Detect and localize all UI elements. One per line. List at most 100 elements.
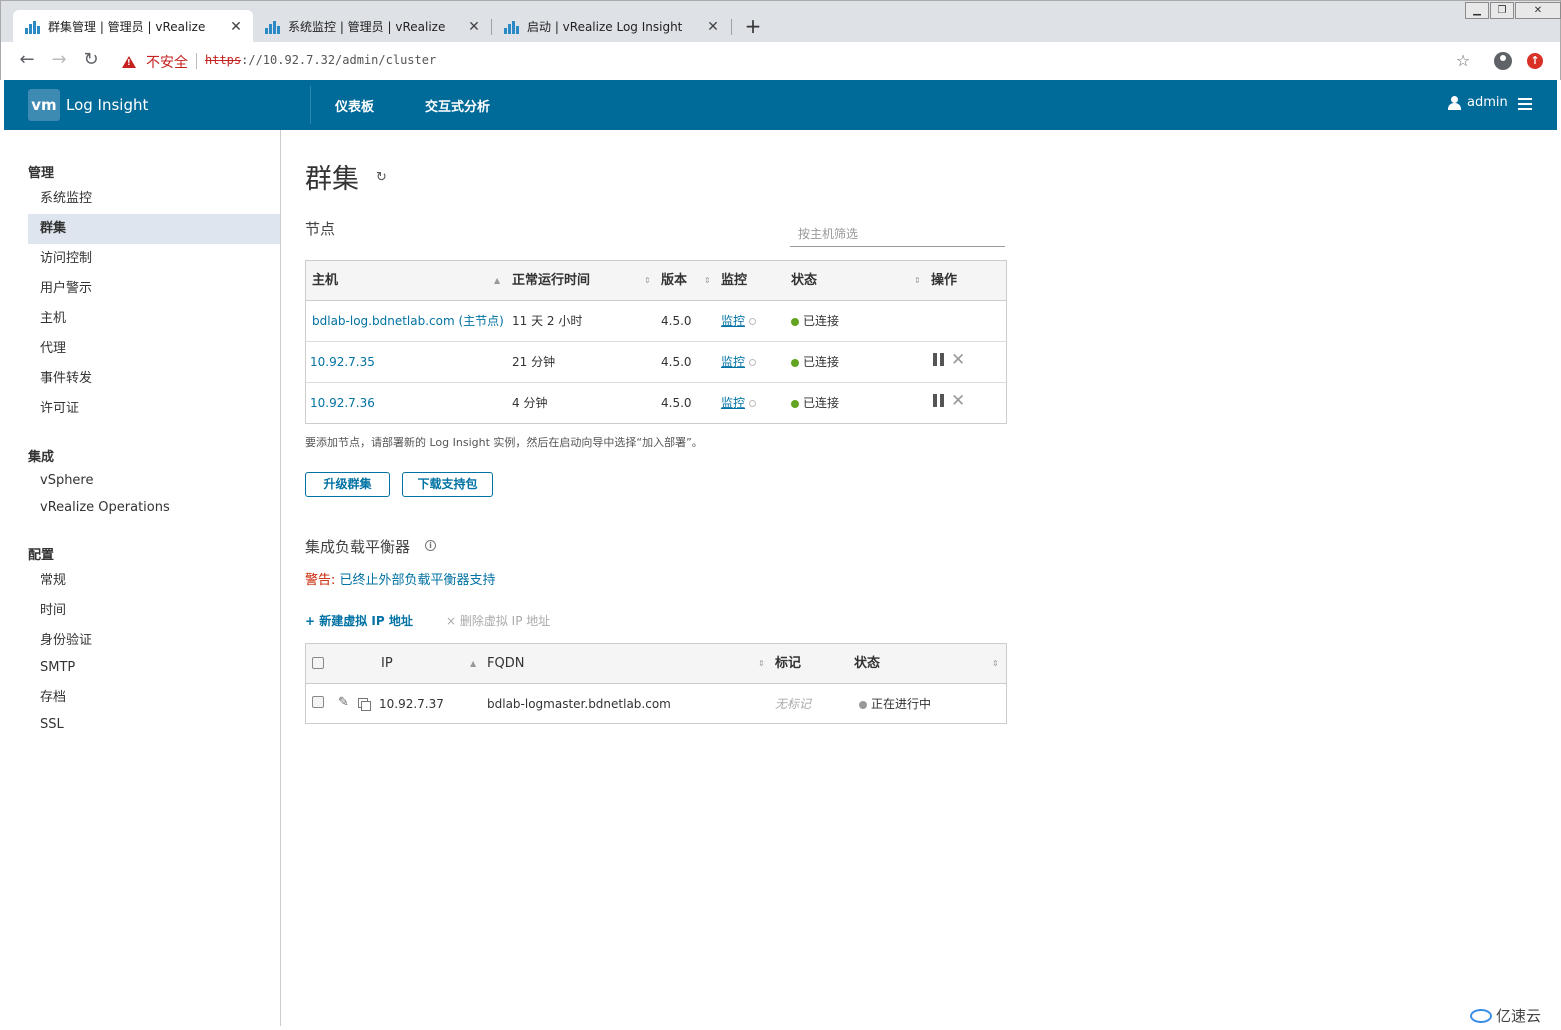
column-header-ip[interactable]: IP (381, 644, 393, 684)
close-tab-icon[interactable]: ✕ (229, 19, 243, 35)
column-header-fqdn[interactable]: FQDN (487, 644, 524, 684)
update-icon[interactable]: ↑ (1527, 53, 1547, 73)
pause-icon[interactable] (933, 353, 944, 366)
vip-status-cell: 正在进行中 (859, 684, 931, 724)
monitor-status-icon (749, 318, 757, 325)
column-header-version[interactable]: 版本 (661, 261, 687, 301)
column-header-host[interactable]: 主机 (312, 261, 338, 301)
vip-tag[interactable]: 无标记 (775, 684, 811, 724)
host-link[interactable]: 10.92.7.36 (310, 383, 375, 423)
bookmark-star-icon[interactable]: ☆ (1453, 51, 1473, 71)
pause-icon[interactable] (933, 394, 944, 407)
nav-interactive-analytics[interactable]: 交互式分析 (425, 96, 490, 115)
sidebar-item-general[interactable]: 常规 (28, 566, 280, 596)
vmware-logo[interactable]: vm (28, 89, 60, 121)
watermark: 亿速云 (1470, 1005, 1541, 1026)
security-warning[interactable]: ! 不安全 (122, 52, 188, 72)
connected-dot-icon (791, 317, 799, 326)
host-filter-input[interactable] (790, 222, 1005, 247)
sort-icon[interactable]: ⇕ (758, 644, 765, 684)
uptime-value: 11 天 2 小时 (512, 314, 583, 328)
upgrade-cluster-button[interactable]: 升级群集 (305, 472, 390, 497)
sidebar-item-vsphere[interactable]: vSphere (28, 466, 280, 496)
sidebar-item-license[interactable]: 许可证 (28, 394, 280, 424)
copy-icon[interactable] (358, 698, 371, 711)
app-header: vm Log Insight 仪表板 交互式分析 admin (4, 80, 1557, 130)
select-all-checkbox[interactable] (312, 657, 324, 669)
remove-icon[interactable]: ✕ (951, 393, 965, 410)
sidebar-item-user-alerts[interactable]: 用户警示 (28, 274, 280, 304)
nav-dashboard[interactable]: 仪表板 (335, 96, 374, 115)
sidebar-item-agents[interactable]: 代理 (28, 334, 280, 364)
nodes-table: 主机 ▲ 正常运行时间 ⇕ 版本 ⇕ 监控 状态 ⇕ 操作 bdlab-log.… (305, 260, 1007, 424)
virtual-ip-table: IP ▲ FQDN ⇕ 标记 状态 ⇕ ✎ 10.92.7.37 bdlab-l… (305, 643, 1007, 724)
sidebar-item-authentication[interactable]: 身份验证 (28, 626, 280, 656)
sidebar-item-ssl[interactable]: SSL (28, 710, 280, 740)
monitor-status-icon (749, 400, 757, 407)
sort-icon[interactable]: ⇕ (644, 261, 651, 301)
host-link[interactable]: 10.92.7.35 (310, 342, 375, 382)
close-window-icon[interactable]: ✕ (1515, 2, 1561, 19)
user-name: admin (1467, 95, 1508, 110)
forward-arrow-icon[interactable]: → (48, 50, 70, 72)
host-link[interactable]: bdlab-log.bdnetlab.com (主节点) (312, 301, 504, 341)
sidebar-item-cluster[interactable]: 群集 (28, 214, 280, 244)
remove-icon[interactable]: ✕ (951, 352, 965, 369)
vip-fqdn: bdlab-logmaster.bdnetlab.com (487, 697, 671, 711)
restore-icon[interactable]: ❐ (1490, 2, 1514, 19)
browser-tab-startup[interactable]: 启动 | vRealize Log Insight ✕ (492, 10, 730, 43)
sidebar-section-integration: 集成 (28, 450, 55, 465)
sort-ascending-icon[interactable]: ▲ (494, 261, 500, 301)
sort-icon[interactable]: ⇕ (992, 644, 999, 684)
sidebar-item-time[interactable]: 时间 (28, 596, 280, 626)
sidebar-item-archive[interactable]: 存档 (28, 683, 280, 713)
minimize-icon[interactable]: ▁ (1465, 2, 1489, 19)
sort-icon[interactable]: ⇕ (914, 261, 921, 301)
status-cell: 已连接 (791, 342, 839, 382)
table-row: bdlab-log.bdnetlab.com (主节点) 11 天 2 小时 4… (306, 301, 1006, 342)
browser-tab-cluster[interactable]: 群集管理 | 管理员 | vRealize ✕ (13, 10, 253, 43)
warning-message-link[interactable]: 已终止外部负载平衡器支持 (340, 573, 496, 588)
header-divider (310, 86, 311, 124)
table-row: 10.92.7.36 4 分钟 4.5.0 监控 已连接 ✕ (306, 383, 1006, 424)
sidebar-item-hosts[interactable]: 主机 (28, 304, 280, 334)
back-arrow-icon[interactable]: ← (16, 50, 38, 72)
status-cell: 已连接 (791, 301, 839, 341)
hamburger-menu-icon[interactable] (1518, 98, 1532, 110)
user-menu[interactable]: admin (1448, 95, 1508, 110)
monitor-link[interactable]: 监控 (721, 396, 745, 410)
refresh-icon[interactable]: ↻ (376, 170, 387, 185)
column-header-status[interactable]: 状态 (791, 261, 817, 301)
sidebar-section-configuration: 配置 (28, 548, 55, 563)
column-header-status[interactable]: 状态 (854, 644, 880, 684)
monitor-status-icon (749, 359, 757, 366)
column-header-uptime[interactable]: 正常运行时间 (512, 261, 590, 301)
sort-icon[interactable]: ⇕ (704, 261, 711, 301)
sidebar-item-system-monitor[interactable]: 系统监控 (28, 184, 280, 214)
close-tab-icon[interactable]: ✕ (467, 19, 481, 35)
profile-icon[interactable] (1494, 52, 1514, 72)
monitor-link[interactable]: 监控 (721, 355, 745, 369)
url-path: ://10.92.7.32/admin/cluster (241, 53, 437, 67)
sort-ascending-icon[interactable]: ▲ (470, 644, 476, 684)
table-row: 10.92.7.35 21 分钟 4.5.0 监控 已连接 ✕ (306, 342, 1006, 383)
browser-tab-monitor[interactable]: 系统监控 | 管理员 | vRealize ✕ (253, 10, 491, 43)
info-icon[interactable]: i (425, 540, 436, 551)
monitor-link[interactable]: 监控 (721, 314, 745, 328)
sidebar-item-smtp[interactable]: SMTP (28, 653, 280, 683)
new-virtual-ip-button[interactable]: + 新建虚拟 IP 地址 (305, 612, 413, 629)
connected-dot-icon (791, 358, 799, 367)
url-field[interactable]: https://10.92.7.32/admin/cluster (205, 53, 436, 67)
sidebar-item-event-forwarding[interactable]: 事件转发 (28, 364, 280, 394)
table-header-row: 主机 ▲ 正常运行时间 ⇕ 版本 ⇕ 监控 状态 ⇕ 操作 (306, 261, 1006, 301)
edit-pencil-icon[interactable]: ✎ (338, 696, 349, 710)
sidebar-item-vrealize-operations[interactable]: vRealize Operations (28, 493, 280, 523)
close-tab-icon[interactable]: ✕ (706, 19, 720, 35)
sidebar-item-access-control[interactable]: 访问控制 (28, 244, 280, 274)
watermark-text: 亿速云 (1496, 1007, 1542, 1025)
download-support-bundle-button[interactable]: 下载支持包 (402, 472, 493, 497)
new-tab-button[interactable]: + (741, 15, 765, 39)
reload-icon[interactable]: ↻ (80, 50, 102, 72)
row-checkbox[interactable] (312, 696, 324, 708)
delete-virtual-ip-button[interactable]: × 删除虚拟 IP 地址 (446, 612, 550, 629)
